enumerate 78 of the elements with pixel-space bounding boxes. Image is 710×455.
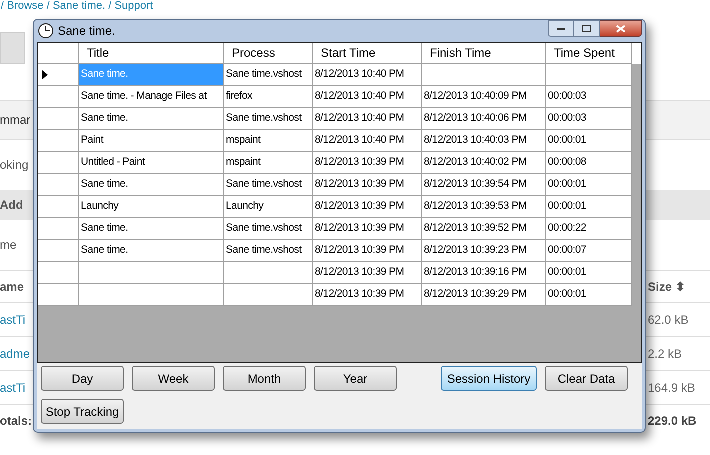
table-cell: 8/12/2013 10:39 PM <box>313 174 422 196</box>
table-cell: 8/12/2013 10:39:16 PM <box>422 262 546 284</box>
table-cell: 8/12/2013 10:40 PM <box>313 64 422 86</box>
table-cell: 00:00:03 <box>546 86 632 108</box>
breadcrumb: / Browse / Sane time. / Support <box>1 0 154 12</box>
tab-button[interactable]: Month <box>223 366 306 391</box>
tab-button[interactable]: Clear Data <box>545 366 628 391</box>
table-cell: Sane time.vshost <box>224 64 313 86</box>
table-cell: Sane time.vshost <box>224 108 313 130</box>
close-icon <box>616 24 626 32</box>
window-title: Sane time. <box>58 23 116 40</box>
file-size: 164.9 kB <box>648 380 696 396</box>
table-cell: 00:00:01 <box>546 196 632 218</box>
table-cell: 00:00:07 <box>546 240 632 262</box>
tab-button[interactable]: Session History <box>441 366 537 391</box>
table-cell: mspaint <box>224 152 313 174</box>
page-text: ame <box>0 278 24 296</box>
table-cell: Launchy <box>224 196 313 218</box>
tab-button[interactable]: Week <box>132 366 215 391</box>
table-cell: 8/12/2013 10:39:52 PM <box>422 218 546 240</box>
table-cell: 00:00:01 <box>546 262 632 284</box>
table-cell: 8/12/2013 10:40 PM <box>313 86 422 108</box>
table-cell: 8/12/2013 10:40 PM <box>313 108 422 130</box>
table-cell: 8/12/2013 10:40:06 PM <box>422 108 546 130</box>
table-cell: 8/12/2013 10:39 PM <box>313 196 422 218</box>
table-cell: 8/12/2013 10:40:03 PM <box>422 130 546 152</box>
table-cell: Sane time. <box>79 240 224 262</box>
table-cell: 8/12/2013 10:39 PM <box>313 284 422 306</box>
table-cell: 8/12/2013 10:39 PM <box>313 262 422 284</box>
page-text: Add <box>0 197 24 214</box>
row-header[interactable] <box>38 64 79 86</box>
table-cell: 00:00:08 <box>546 152 632 174</box>
page-text: mmar <box>0 112 31 129</box>
table-cell: 8/12/2013 10:39:23 PM <box>422 240 546 262</box>
table-cell: mspaint <box>224 130 313 152</box>
file-size: Size ⬍ <box>648 278 686 296</box>
close-button[interactable] <box>600 20 642 37</box>
page-text[interactable]: astTi <box>0 378 26 396</box>
table-cell: Untitled - Paint <box>79 152 224 174</box>
table-cell: Sane time.vshost <box>224 174 313 196</box>
table-cell: 00:00:01 <box>546 174 632 196</box>
table-cell: Sane time. <box>79 64 224 86</box>
page-text[interactable]: astTi <box>0 310 26 328</box>
stop-tracking-button[interactable]: Stop Tracking <box>41 399 124 424</box>
table-cell: 8/12/2013 10:40:02 PM <box>422 152 546 174</box>
file-size: 229.0 kB <box>648 412 698 430</box>
page-text[interactable]: adme <box>0 344 30 362</box>
page-text: oking <box>0 157 29 174</box>
table-cell: 8/12/2013 10:39 PM <box>313 240 422 262</box>
table-cell: 8/12/2013 10:40 PM <box>313 130 422 152</box>
table-cell: Sane time. <box>79 174 224 196</box>
table-cell: 00:00:01 <box>546 130 632 152</box>
table-cell: 00:00:22 <box>546 218 632 240</box>
table-cell: 8/12/2013 10:39 PM <box>313 218 422 240</box>
minimize-button[interactable] <box>548 20 574 37</box>
table-cell: Sane time.vshost <box>224 218 313 240</box>
table-cell: 00:00:01 <box>546 284 632 306</box>
table-cell: Sane time. <box>79 218 224 240</box>
table-cell: Sane time. - Manage Files at <box>79 86 224 108</box>
table-cell: Sane time. <box>79 108 224 130</box>
table-cell: 8/12/2013 10:39:29 PM <box>422 284 546 306</box>
tab-button[interactable]: Day <box>41 366 124 391</box>
table-cell: 8/12/2013 10:40:09 PM <box>422 86 546 108</box>
table-cell: 8/12/2013 10:39 PM <box>313 152 422 174</box>
table-cell: 8/12/2013 10:39:54 PM <box>422 174 546 196</box>
maximize-button[interactable] <box>574 20 600 37</box>
clock-icon <box>38 23 54 39</box>
table-cell: Launchy <box>79 196 224 218</box>
table-cell: firefox <box>224 86 313 108</box>
table-cell: 00:00:03 <box>546 108 632 130</box>
file-size: 62.0 kB <box>648 312 690 328</box>
table-cell: Sane time.vshost <box>224 240 313 262</box>
table-cell: Paint <box>79 130 224 152</box>
file-size: 2.2 kB <box>648 346 684 362</box>
page-text: otals: <box>0 412 32 430</box>
table-cell: 8/12/2013 10:39:53 PM <box>422 196 546 218</box>
page-text: me <box>0 237 17 254</box>
tab-button[interactable]: Year <box>314 366 397 391</box>
